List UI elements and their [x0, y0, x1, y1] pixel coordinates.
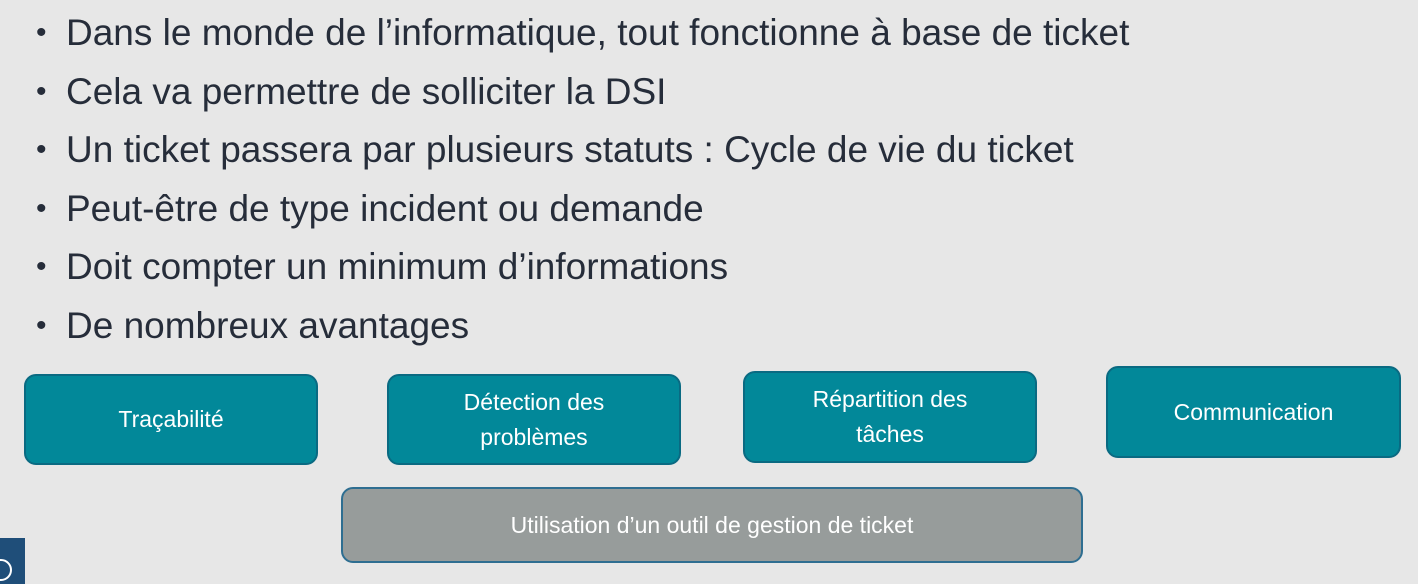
- bullet-text: Dans le monde de l’informatique, tout fo…: [66, 12, 1130, 53]
- bullet-text: Un ticket passera par plusieurs statuts …: [66, 129, 1074, 170]
- advantage-label: Répartition des tâches: [812, 386, 968, 447]
- bullet-item: • Peut-être de type incident ou demande: [30, 180, 1129, 239]
- circle-icon: [0, 559, 12, 581]
- bullet-icon: •: [36, 191, 47, 225]
- bullet-item: • Cela va permettre de solliciter la DSI: [30, 63, 1129, 122]
- bullet-item: • Dans le monde de l’informatique, tout f…: [30, 4, 1129, 63]
- bullet-icon: •: [36, 16, 47, 49]
- bullet-item: • Un ticket passera par plusieurs statuts…: [30, 121, 1129, 180]
- advantage-label: Détection des problèmes: [463, 388, 605, 450]
- bullet-item: • Doit compter un minimum d’informations: [30, 238, 1129, 297]
- bullet-text: Doit compter un minimum d’informations: [66, 246, 729, 287]
- advantage-label: Traçabilité: [118, 406, 224, 432]
- advantage-label: Communication: [1173, 398, 1334, 425]
- advantage-box-tracabilite: Traçabilité: [24, 374, 318, 465]
- tool-box: Utilisation d’un outil de gestion de tic…: [341, 487, 1083, 563]
- bullet-icon: •: [36, 308, 47, 342]
- bullet-icon: •: [36, 250, 47, 283]
- corner-tab: [0, 538, 25, 584]
- bullet-text: Cela va permettre de solliciter la DSI: [66, 70, 667, 112]
- bullet-item: • De nombreux avantages: [30, 297, 1129, 356]
- bullet-list: • Dans le monde de l’informatique, tout f…: [30, 4, 1129, 355]
- advantage-box-detection: Détection des problèmes: [387, 374, 681, 465]
- advantage-box-repartition: Répartition des tâches: [743, 371, 1037, 463]
- tool-box-label: Utilisation d’un outil de gestion de tic…: [510, 511, 914, 538]
- bullet-text: De nombreux avantages: [66, 304, 470, 346]
- advantage-box-communication: Communication: [1106, 366, 1401, 458]
- bullet-icon: •: [36, 74, 47, 108]
- bullet-icon: •: [36, 133, 47, 166]
- bullet-text: Peut-être de type incident ou demande: [66, 187, 704, 229]
